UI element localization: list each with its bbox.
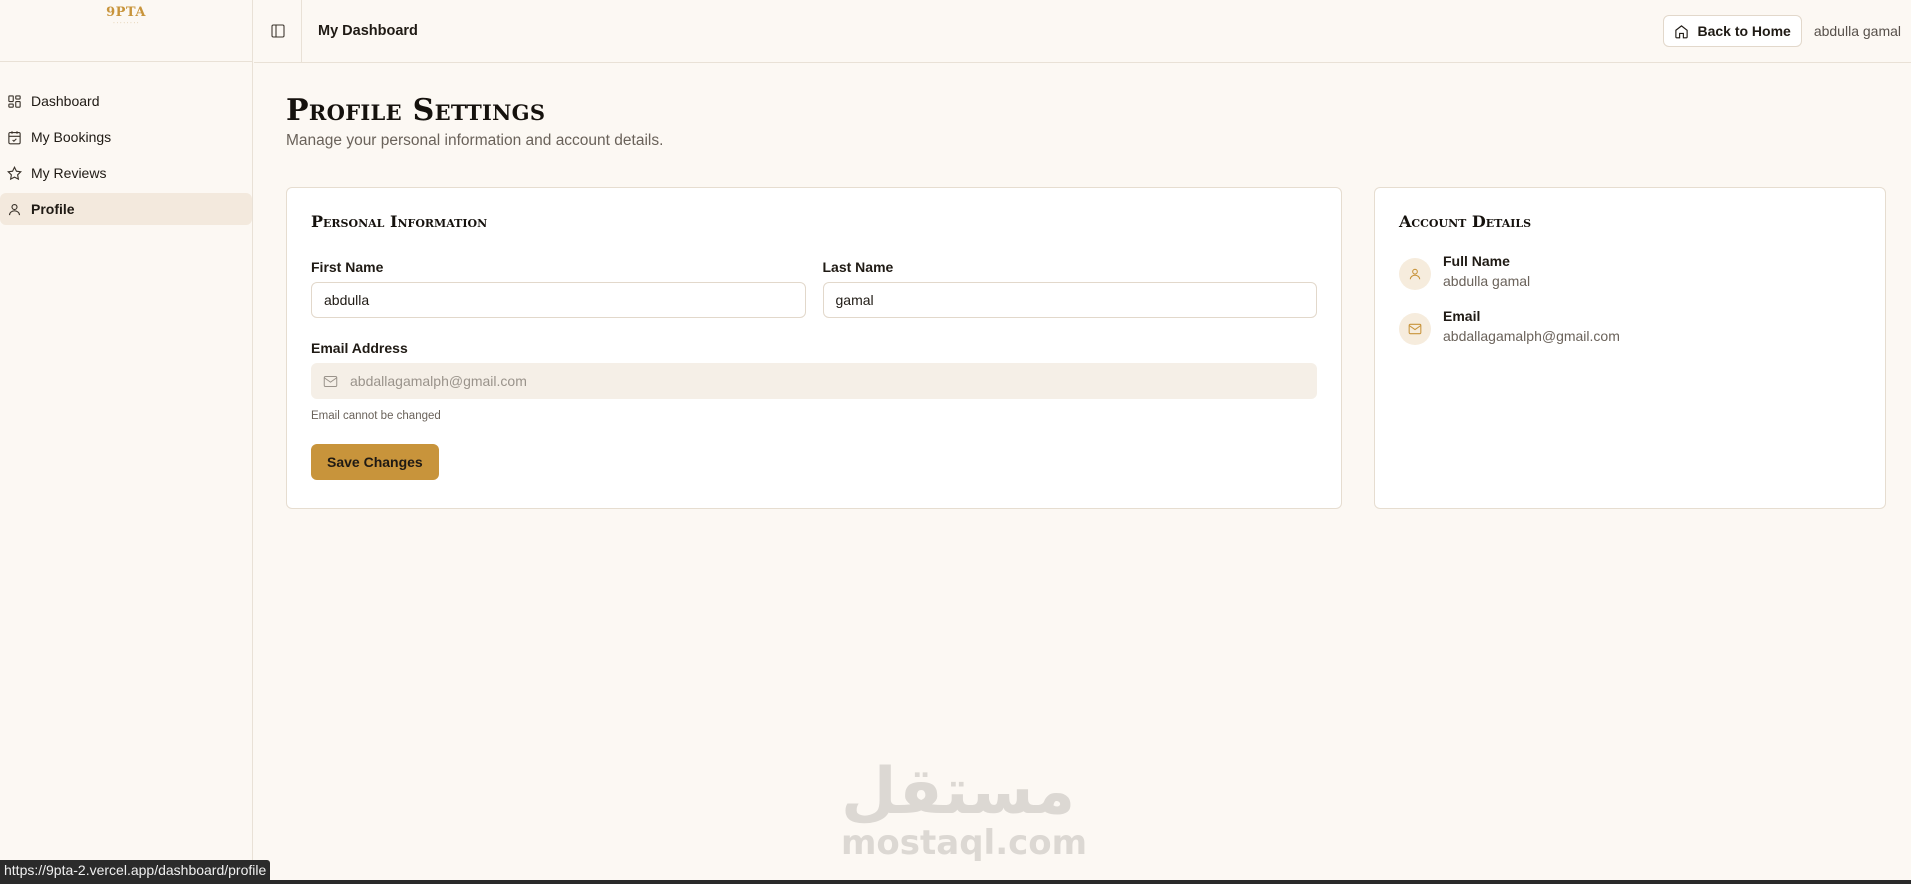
user-name[interactable]: abdulla gamal — [1814, 23, 1901, 39]
grid-icon — [8, 94, 21, 108]
account-email-value: abdallagamalph@gmail.com — [1443, 328, 1620, 344]
sidebar-item-label: Profile — [31, 201, 75, 217]
last-name-group: Last Name — [822, 259, 1317, 318]
back-to-home-label: Back to Home — [1697, 23, 1791, 39]
account-details-card: Account Details Full Name abdulla gamal … — [1374, 187, 1886, 509]
last-name-input[interactable] — [822, 282, 1317, 318]
personal-information-card: Personal Information First Name Last Nam… — [286, 187, 1342, 509]
full-name-label: Full Name — [1443, 253, 1510, 269]
sidebar-item-profile[interactable]: Profile — [0, 193, 252, 225]
account-details-title: Account Details — [1399, 212, 1532, 231]
main-content: Profile Settings Manage your personal in… — [286, 63, 1911, 509]
mail-icon — [1399, 313, 1431, 345]
brand-area: 9PTA · · · · · · · · — [0, 0, 252, 62]
save-changes-button[interactable]: Save Changes — [311, 444, 439, 480]
watermark-arabic: مستقل — [841, 755, 1076, 829]
first-name-label: First Name — [311, 259, 384, 275]
brand-tagline: · · · · · · · · — [113, 20, 139, 25]
page-header-title: My Dashboard — [318, 23, 418, 39]
panel-left-icon — [270, 24, 285, 38]
home-icon — [1675, 24, 1689, 38]
first-name-input[interactable] — [311, 282, 806, 318]
sidebar-item-label: My Bookings — [31, 129, 112, 145]
watermark-latin: mostaql.com — [841, 823, 1088, 863]
sidebar-item-label: My Reviews — [31, 165, 107, 181]
email-field-value: abdallagamalph@gmail.com — [350, 373, 527, 389]
personal-information-title: Personal Information — [311, 212, 488, 231]
user-icon — [8, 203, 21, 215]
status-bar-url: https://9pta-2.vercel.app/dashboard/prof… — [0, 860, 271, 880]
account-email-item: Email abdallagamalph@gmail.com — [1399, 308, 1861, 345]
account-email-label: Email — [1443, 308, 1481, 324]
brand-logo-text: 9PTA — [106, 5, 146, 20]
email-field: abdallagamalph@gmail.com — [311, 363, 1317, 399]
user-icon — [1399, 258, 1431, 290]
back-to-home-button[interactable]: Back to Home — [1663, 15, 1802, 47]
full-name-value: abdulla gamal — [1443, 273, 1531, 289]
sidebar-item-my-reviews[interactable]: My Reviews — [0, 157, 252, 189]
top-bar-actions: Back to Home abdulla gamal — [1663, 15, 1911, 47]
first-name-group: First Name — [311, 259, 806, 318]
email-hint: Email cannot be changed — [311, 410, 441, 422]
sidebar-item-my-bookings[interactable]: My Bookings — [0, 121, 252, 153]
mail-icon — [323, 375, 338, 387]
account-full-name-item: Full Name abdulla gamal — [1399, 253, 1861, 290]
sidebar-item-label: Dashboard — [31, 93, 100, 109]
brand-logo[interactable]: 9PTA · · · · · · · · — [106, 6, 146, 25]
star-icon — [7, 165, 22, 180]
sidebar-item-dashboard[interactable]: Dashboard — [0, 85, 252, 117]
sidebar-nav: Dashboard My Bookings My Reviews Profile — [0, 62, 252, 225]
sidebar: 9PTA · · · · · · · · Dashboard My Bookin… — [0, 0, 253, 884]
top-bar: My Dashboard Back to Home abdulla gamal — [254, 0, 1911, 63]
bottom-edge — [0, 880, 1911, 884]
page-subtitle: Manage your personal information and acc… — [286, 132, 664, 149]
calendar-check-icon — [8, 130, 21, 144]
sidebar-toggle-button[interactable] — [254, 0, 302, 63]
name-fields-row: First Name Last Name — [311, 259, 1317, 318]
watermark: مستقل mostaql.com — [841, 755, 1088, 863]
last-name-label: Last Name — [822, 259, 894, 275]
page-title: Profile Settings — [286, 93, 546, 128]
email-group: Email Address abdallagamalph@gmail.com E… — [311, 340, 1317, 422]
email-address-label: Email Address — [311, 340, 408, 356]
